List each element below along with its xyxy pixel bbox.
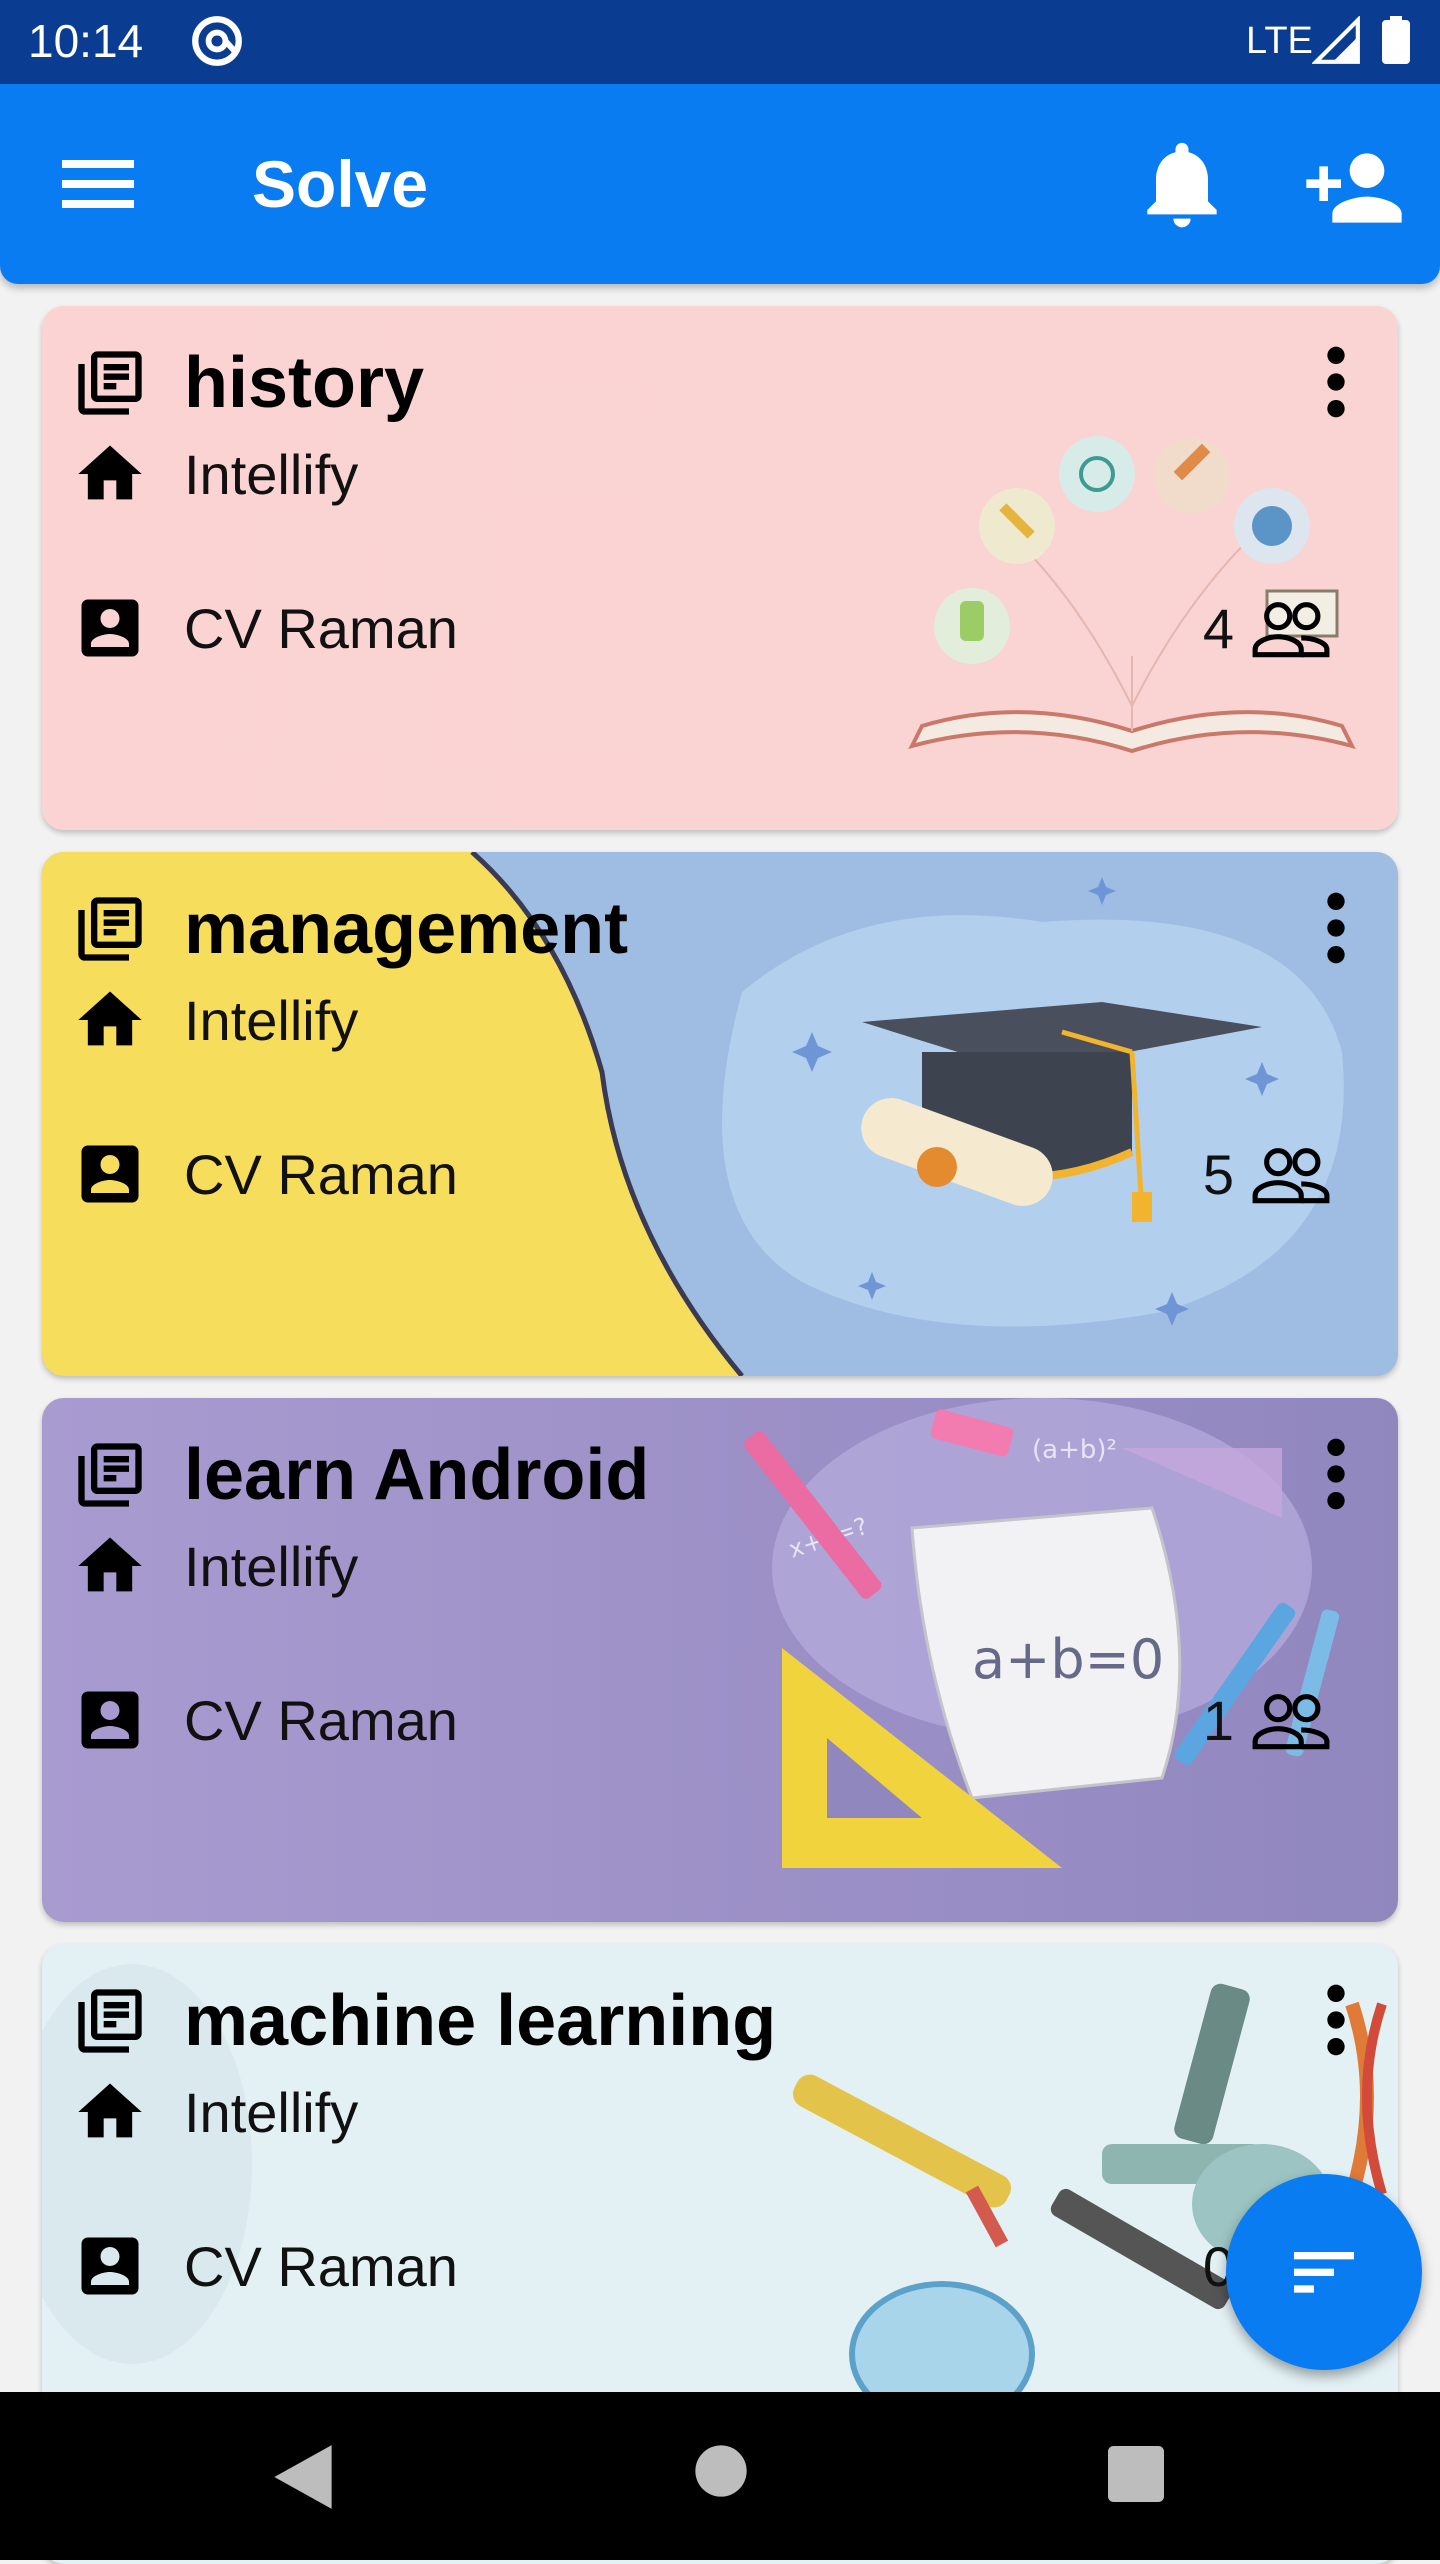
class-title-row: machine learning	[72, 1980, 776, 2062]
member-count-value: 5	[1202, 1143, 1234, 1206]
at-sign-icon	[192, 16, 242, 66]
teacher-name: CV Raman	[184, 2234, 458, 2298]
people-outline-icon	[1252, 1693, 1330, 1749]
signal-icon	[1312, 16, 1360, 64]
library-books-icon	[78, 897, 142, 961]
organization-row: Intellify	[72, 2074, 358, 2150]
more-vert-icon[interactable]	[1316, 1980, 1356, 2060]
organization-name: Intellify	[184, 442, 359, 506]
organization-row: Intellify	[72, 982, 358, 1058]
class-title-row: management	[72, 888, 628, 970]
teacher-row: CV Raman	[72, 2228, 458, 2304]
more-vert-icon[interactable]	[1316, 342, 1356, 422]
class-title-row: learn Android	[72, 1434, 649, 1516]
home-icon	[78, 1537, 142, 1592]
home-icon	[78, 445, 142, 500]
math-illustration: a+b=0 (a+b)² x+y=?	[744, 1398, 1340, 1868]
svg-text:a+b=0: a+b=0	[972, 1628, 1164, 1691]
organization-row: Intellify	[72, 1528, 358, 1604]
home-nav-icon[interactable]	[694, 2444, 748, 2498]
account-box-icon	[81, 1691, 139, 1749]
home-icon	[78, 991, 142, 1046]
battery-icon	[1382, 16, 1410, 64]
class-title: management	[184, 889, 629, 969]
member-count-value: 4	[1202, 597, 1234, 660]
members-count: 1	[1203, 1688, 1332, 1753]
teacher-row: CV Raman	[72, 1682, 458, 1758]
library-books-icon	[78, 1989, 142, 2053]
teacher-name: CV Raman	[184, 1688, 458, 1752]
class-title: learn Android	[184, 1435, 650, 1515]
menu-icon[interactable]	[50, 136, 146, 232]
teacher-row: CV Raman	[72, 590, 458, 666]
class-card-learn-android[interactable]: a+b=0 (a+b)² x+y=? learn Android Intelli…	[42, 1398, 1398, 1922]
more-vert-icon[interactable]	[1316, 888, 1356, 968]
status-bar: 10:14 LTE	[0, 0, 1440, 84]
system-nav-bar	[0, 2392, 1440, 2560]
members-count: 5	[1203, 1142, 1332, 1207]
bell-icon[interactable]	[1130, 132, 1234, 236]
class-title: history	[184, 343, 425, 423]
class-title-row: history	[72, 342, 424, 424]
app-title: Solve	[252, 147, 429, 221]
library-books-icon	[78, 1443, 142, 1507]
teacher-row: CV Raman	[72, 1136, 458, 1212]
library-books-icon	[78, 351, 142, 415]
account-box-icon	[81, 599, 139, 657]
svg-text:(a+b)²: (a+b)²	[1032, 1435, 1117, 1465]
class-card-history[interactable]: history Intellify CV Raman 4	[42, 306, 1398, 830]
teacher-name: CV Raman	[184, 596, 458, 660]
members-count: 4	[1203, 596, 1332, 661]
back-icon[interactable]	[270, 2442, 336, 2512]
organization-name: Intellify	[184, 1534, 359, 1598]
organization-row: Intellify	[72, 436, 358, 512]
account-box-icon	[81, 1145, 139, 1203]
app-bar: Solve	[0, 84, 1440, 284]
home-icon	[78, 2083, 142, 2138]
filter-fab[interactable]	[1226, 2174, 1422, 2370]
class-title: machine learning	[184, 1981, 777, 2061]
organization-name: Intellify	[184, 988, 359, 1052]
organization-name: Intellify	[184, 2080, 359, 2144]
recent-apps-icon[interactable]	[1108, 2446, 1164, 2502]
member-count-value: 1	[1202, 1689, 1234, 1752]
people-outline-icon	[1252, 1147, 1330, 1203]
teacher-name: CV Raman	[184, 1142, 458, 1206]
people-outline-icon	[1252, 601, 1330, 657]
person-add-icon[interactable]	[1302, 136, 1406, 240]
sort-icon	[1294, 2252, 1354, 2293]
class-card-management[interactable]: management Intellify CV Raman 5	[42, 852, 1398, 1376]
more-vert-icon[interactable]	[1316, 1434, 1356, 1514]
account-box-icon	[81, 2237, 139, 2295]
network-type: LTE	[1246, 20, 1313, 62]
status-time: 10:14	[28, 15, 144, 67]
